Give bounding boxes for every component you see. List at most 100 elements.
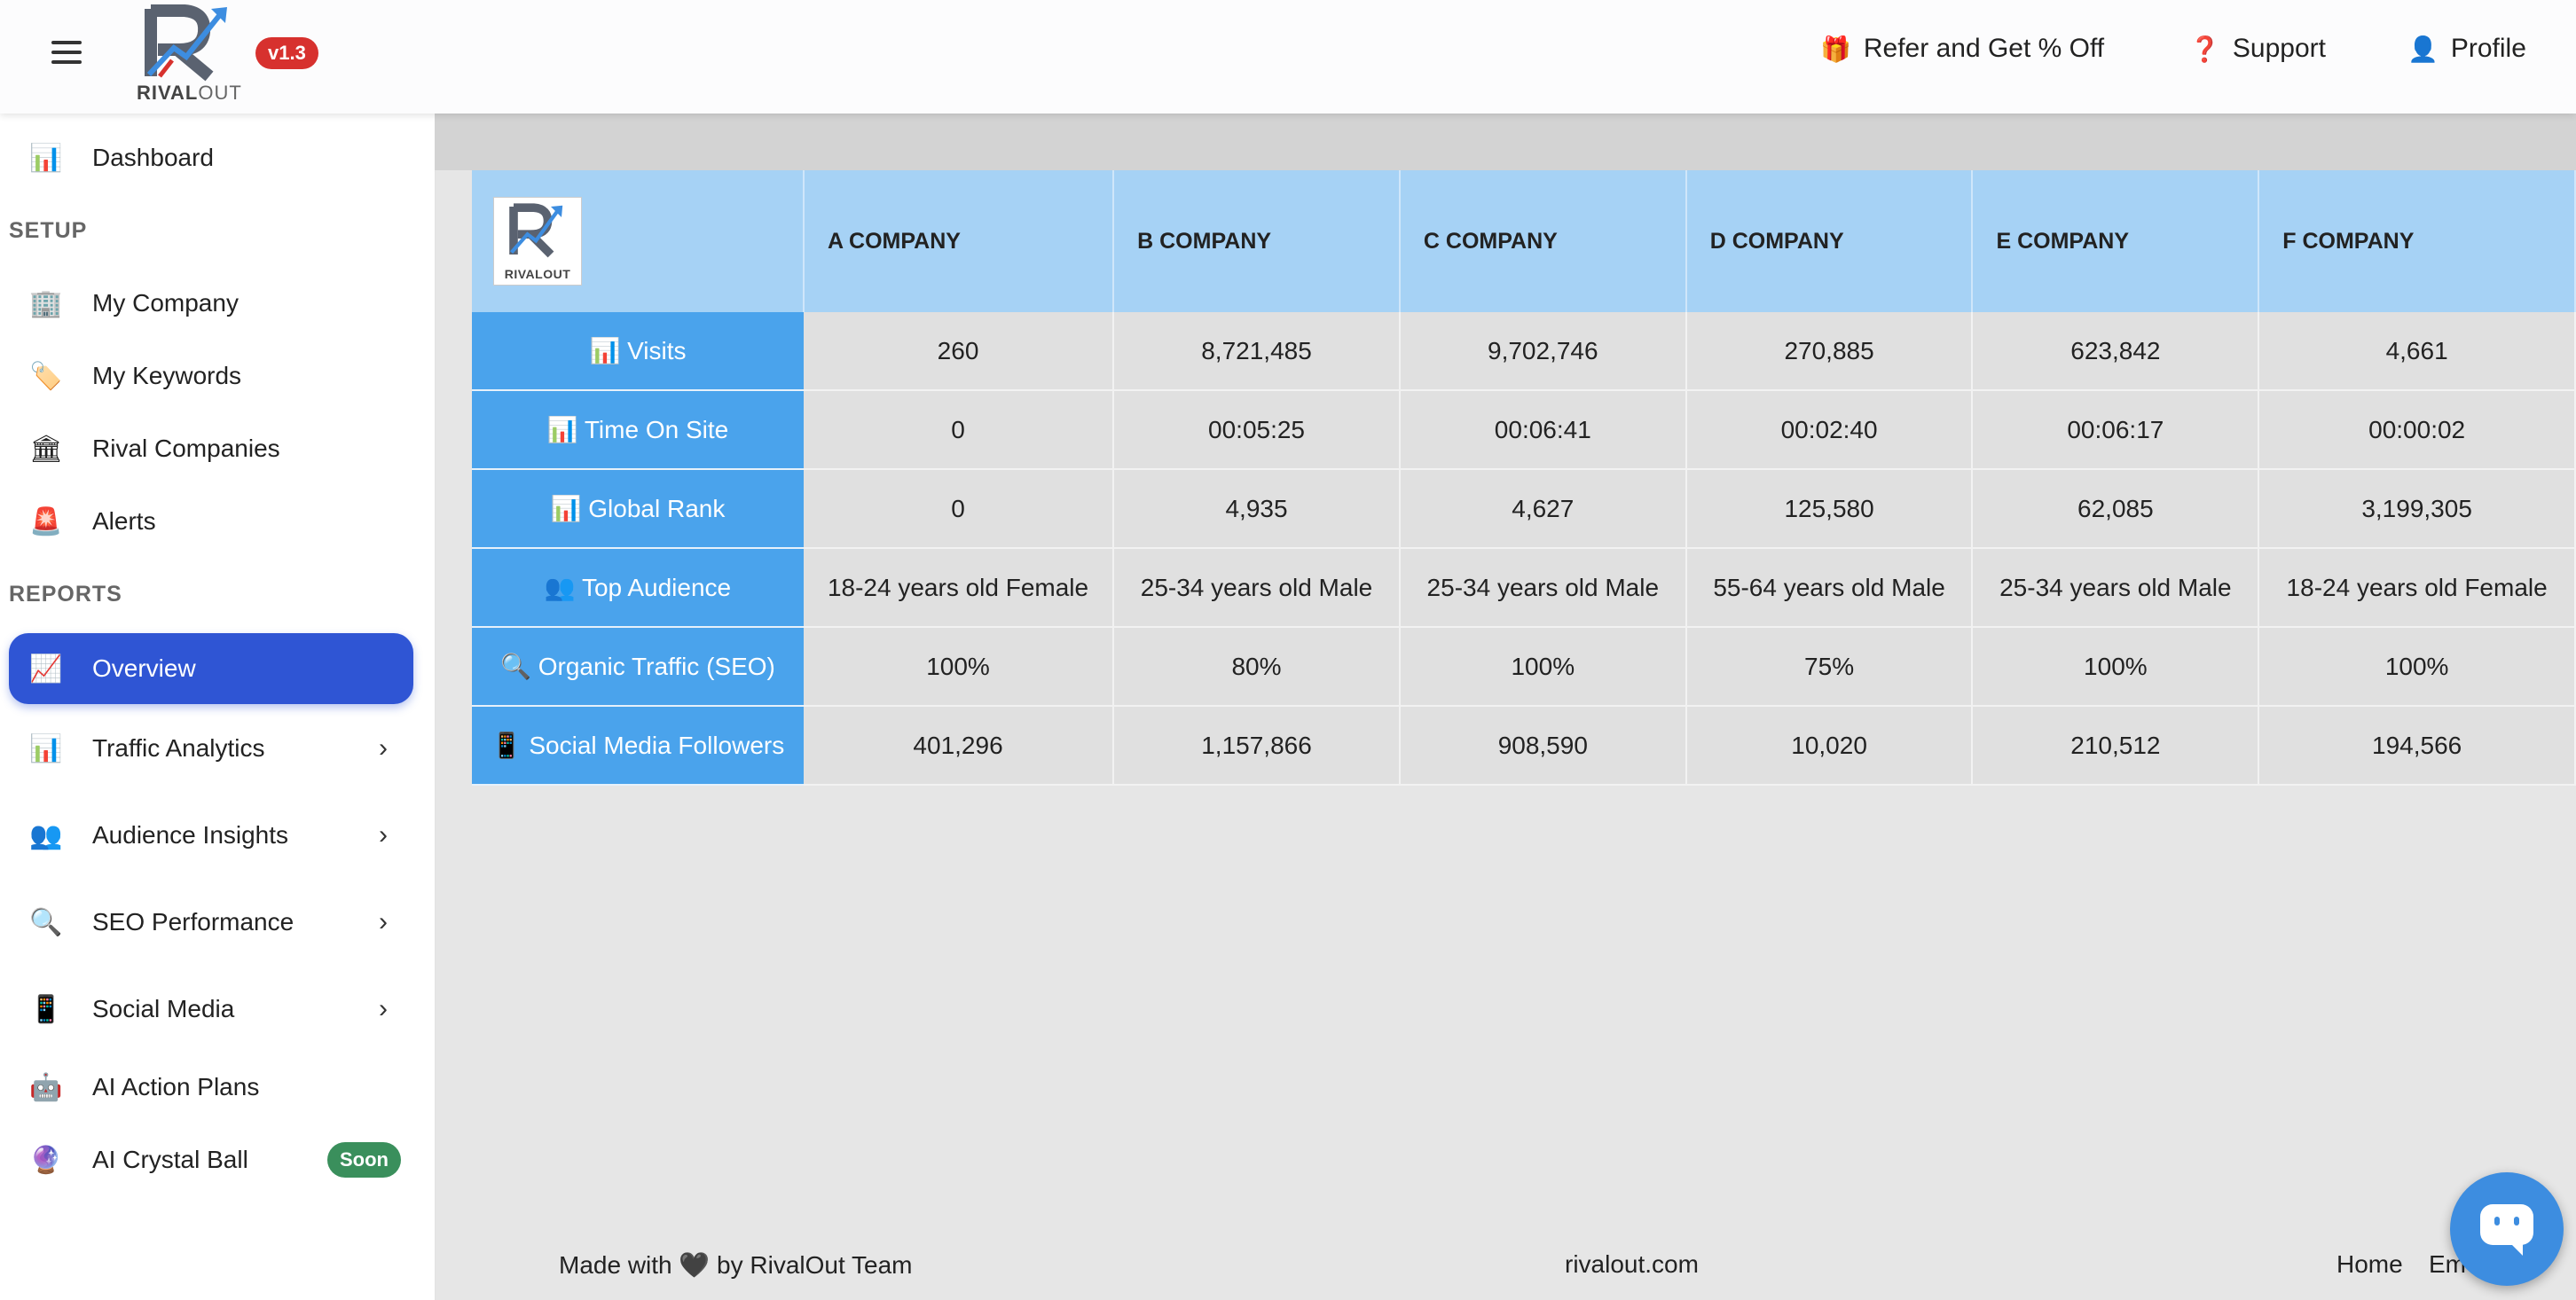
column-header: F COMPANY: [2258, 170, 2576, 312]
chat-bubble-icon: [2480, 1204, 2533, 1256]
sidebar-item-traffic-analytics[interactable]: 📊 Traffic Analytics ›: [9, 713, 413, 784]
footer-credit: Made with 🖤 by RivalOut Team: [559, 1251, 913, 1279]
table-cell: 00:00:02: [2258, 390, 2576, 470]
table-cell: 25-34 years old Male: [1972, 548, 2260, 628]
footer-site-link[interactable]: rivalout.com: [1565, 1250, 1699, 1279]
office-building-icon: 🏢: [29, 288, 63, 318]
tag-icon: 🏷️: [29, 361, 63, 391]
mobile-phone-icon: 📱: [29, 994, 63, 1024]
gift-icon: 🎁: [1820, 35, 1851, 63]
sidebar-item-label: Traffic Analytics: [92, 734, 265, 762]
table-cell: 4,661: [2258, 312, 2576, 391]
refer-link[interactable]: 🎁 Refer and Get % Off: [1820, 34, 2104, 64]
table-cell: 18-24 years old Female: [803, 548, 1115, 628]
table-cell: 401,296: [803, 706, 1115, 786]
crystal-ball-icon: 🔮: [29, 1145, 63, 1175]
table-cell: 00:02:40: [1685, 390, 1974, 470]
sidebar-item-label: Overview: [92, 654, 196, 682]
table-cell: 9,702,746: [1399, 312, 1687, 391]
column-header: C COMPANY: [1399, 170, 1687, 312]
chevron-right-icon[interactable]: ›: [365, 733, 401, 764]
sidebar-item-label: Alerts: [92, 507, 156, 535]
sidebar-item-social-media[interactable]: 📱 Social Media ›: [9, 974, 413, 1045]
table-row: 📊 Time On Site 0 00:05:25 00:06:41 00:02…: [472, 390, 2576, 470]
column-header: A COMPANY: [803, 170, 1115, 312]
sidebar-item-rival-companies[interactable]: 🏛 Rival Companies: [9, 413, 413, 484]
sidebar-item-my-keywords[interactable]: 🏷️ My Keywords: [9, 341, 413, 411]
table-cell: 62,085: [1972, 469, 2260, 549]
table-cell: 10,020: [1685, 706, 1974, 786]
table-cell: 25-34 years old Male: [1113, 548, 1401, 628]
siren-icon: 🚨: [29, 506, 63, 536]
metric-label-top-audience: 👥 Top Audience: [472, 548, 804, 628]
classical-building-icon: 🏛: [28, 434, 64, 464]
footer-home-link[interactable]: Home: [2336, 1250, 2403, 1279]
table-corner-cell: RIVALOUT: [472, 170, 805, 312]
table-row: 📊 Global Rank 0 4,935 4,627 125,580 62,0…: [472, 469, 2576, 549]
sidebar-item-label: Social Media: [92, 995, 235, 1022]
table-cell: 00:05:25: [1113, 390, 1401, 470]
metric-label-time-on-site: 📊 Time On Site: [472, 390, 804, 470]
chevron-right-icon[interactable]: ›: [365, 907, 401, 937]
section-title-setup: SETUP: [9, 218, 88, 243]
chevron-right-icon[interactable]: ›: [365, 820, 401, 850]
table-cell: 908,590: [1399, 706, 1687, 786]
column-header: E COMPANY: [1972, 170, 2260, 312]
table-cell: 4,935: [1113, 469, 1401, 549]
comparison-table: RIVALOUT A COMPANY B COMPANY C COMPANY D…: [472, 170, 2576, 786]
metric-label-social-media-followers: 📱 Social Media Followers: [472, 706, 804, 786]
chevron-right-icon[interactable]: ›: [365, 994, 401, 1024]
table-cell: 623,842: [1972, 312, 2260, 391]
table-logo-text: RIVALOUT: [504, 267, 571, 281]
sidebar-item-ai-crystal-ball[interactable]: 🔮 AI Crystal Ball Soon: [9, 1124, 413, 1195]
sidebar: 📊 Dashboard SETUP 🏢 My Company 🏷️ My Key…: [0, 114, 436, 1300]
sidebar-item-overview[interactable]: 📈 Overview: [9, 633, 413, 704]
sidebar-item-alerts[interactable]: 🚨 Alerts: [9, 486, 413, 557]
sidebar-item-label: AI Crystal Ball: [92, 1146, 248, 1173]
bar-chart-icon: 📊: [29, 733, 63, 764]
users-icon: 👥: [29, 820, 63, 850]
table-cell: 260: [803, 312, 1115, 391]
sidebar-item-label: My Keywords: [92, 362, 242, 389]
table-cell: 100%: [2258, 627, 2576, 707]
table-cell: 3,199,305: [2258, 469, 2576, 549]
hamburger-menu-icon[interactable]: [51, 41, 82, 67]
table-cell: 00:06:17: [1972, 390, 2260, 470]
table-row: 📱 Social Media Followers 401,296 1,157,8…: [472, 706, 2576, 786]
section-title-reports: REPORTS: [9, 582, 122, 607]
bar-chart-icon: 📊: [29, 143, 63, 173]
metric-label-visits: 📊 Visits: [472, 312, 804, 391]
logo-wordmark: RIVALOUT: [137, 82, 242, 104]
sidebar-item-my-company[interactable]: 🏢 My Company: [9, 268, 413, 339]
sidebar-item-label: AI Action Plans: [92, 1073, 260, 1100]
sidebar-item-seo-performance[interactable]: 🔍 SEO Performance ›: [9, 887, 413, 958]
soon-badge: Soon: [327, 1142, 401, 1178]
table-cell: 210,512: [1972, 706, 2260, 786]
sidebar-item-audience-insights[interactable]: 👥 Audience Insights ›: [9, 800, 413, 871]
user-icon: 👤: [2407, 35, 2439, 63]
question-icon: ❓: [2189, 35, 2220, 63]
table-cell: 25-34 years old Male: [1399, 548, 1687, 628]
table-row: 👥 Top Audience 18-24 years old Female 25…: [472, 548, 2576, 628]
sidebar-item-dashboard[interactable]: 📊 Dashboard: [9, 122, 413, 193]
table-cell: 80%: [1113, 627, 1401, 707]
table-cell: 194,566: [2258, 706, 2576, 786]
table-cell: 4,627: [1399, 469, 1687, 549]
chat-widget-button[interactable]: [2450, 1172, 2564, 1286]
table-header-row: RIVALOUT A COMPANY B COMPANY C COMPANY D…: [472, 170, 2576, 312]
sidebar-item-label: SEO Performance: [92, 908, 295, 936]
table-cell: 125,580: [1685, 469, 1974, 549]
sidebar-item-label: Audience Insights: [92, 821, 289, 849]
content-header-band: [435, 114, 2576, 170]
table-cell: 1,157,866: [1113, 706, 1401, 786]
table-cell: 8,721,485: [1113, 312, 1401, 391]
table-cell: 270,885: [1685, 312, 1974, 391]
table-cell: 00:06:41: [1399, 390, 1687, 470]
metric-label-organic-traffic: 🔍 Organic Traffic (SEO): [472, 627, 804, 707]
sidebar-item-ai-action-plans[interactable]: 🤖 AI Action Plans: [9, 1052, 413, 1123]
table-cell: 75%: [1685, 627, 1974, 707]
support-link[interactable]: ❓ Support: [2189, 34, 2326, 64]
profile-link[interactable]: 👤 Profile: [2407, 34, 2526, 64]
column-header: B COMPANY: [1113, 170, 1401, 312]
table-row: 🔍 Organic Traffic (SEO) 100% 80% 100% 75…: [472, 627, 2576, 707]
